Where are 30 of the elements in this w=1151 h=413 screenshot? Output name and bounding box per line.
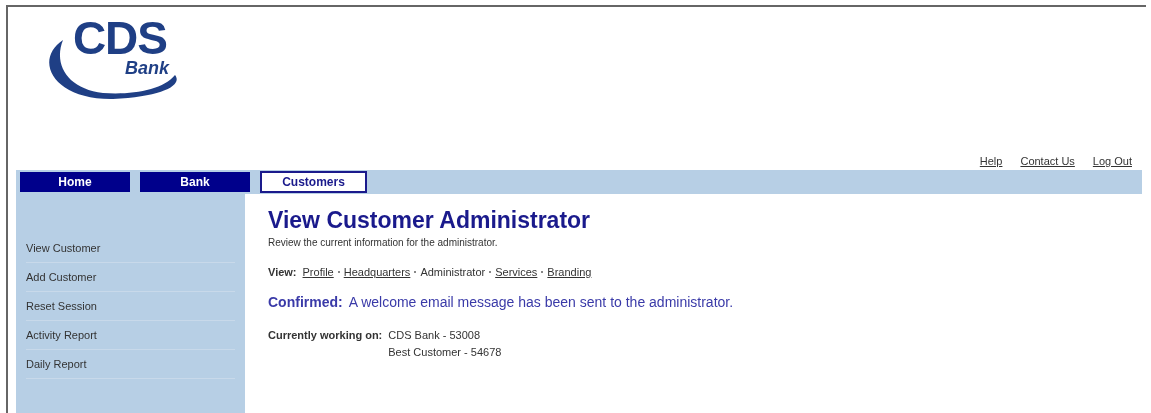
view-link[interactable]: Profile (302, 263, 334, 281)
nav-tab[interactable]: Home (20, 172, 130, 192)
sidebar-link[interactable]: Add Customer (26, 263, 235, 292)
working-on-entry: CDS Bank - 53008 (388, 328, 481, 344)
view-link[interactable]: Administrator (420, 263, 486, 281)
nav-tab[interactable]: Customers (260, 171, 367, 193)
header-link[interactable]: Log Out (1092, 152, 1132, 169)
view-link[interactable]: Branding (547, 263, 592, 281)
view-label: View: (268, 264, 297, 280)
header-link[interactable]: Help (979, 152, 1003, 169)
working-on-label: Currently working on: (268, 328, 383, 344)
logo-subtext: Bank (125, 59, 169, 77)
sidebar-link[interactable]: Daily Report (26, 350, 235, 379)
sidebar-link[interactable]: Activity Report (26, 321, 235, 350)
separator-icon (337, 271, 340, 273)
confirmation-message: A welcome email message has been sent to the administrator. (348, 293, 734, 313)
view-link[interactable]: Services (495, 263, 538, 281)
page-subtitle: Review the current information for the administrator. (268, 235, 499, 250)
nav-tab[interactable]: Bank (140, 172, 250, 192)
separator-icon (489, 271, 492, 273)
sidebar-link[interactable]: View Customer (26, 234, 235, 263)
separator-icon (414, 271, 417, 273)
view-link[interactable]: Headquarters (343, 263, 411, 281)
working-on-entry: Best Customer - 54678 (388, 344, 502, 360)
page-title: View Customer Administrator (268, 206, 592, 235)
logo-text: CDS (73, 15, 167, 61)
confirmation-label: Confirmed: (268, 293, 343, 313)
header-link[interactable]: Contact Us (1020, 152, 1075, 169)
sidebar-link[interactable]: Reset Session (26, 292, 235, 321)
separator-icon (541, 271, 544, 273)
